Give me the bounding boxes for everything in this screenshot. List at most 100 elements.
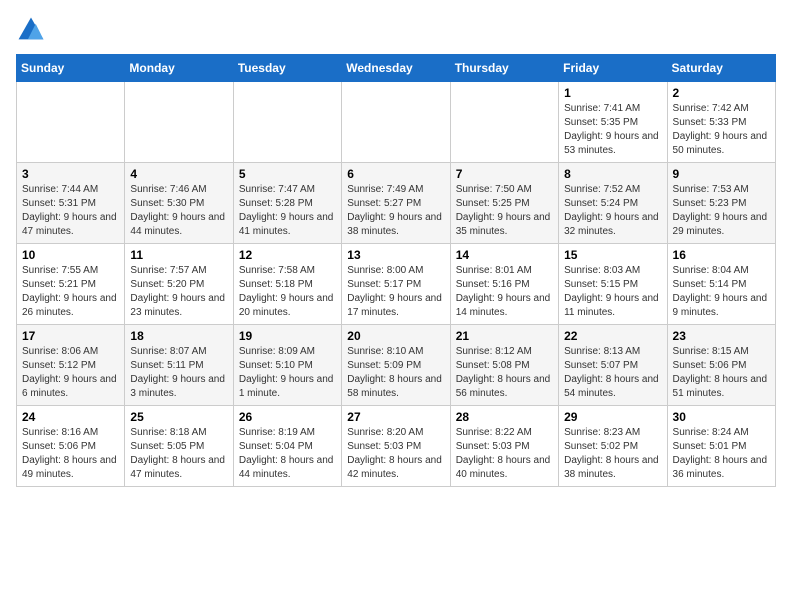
weekday-header-monday: Monday	[125, 55, 233, 82]
calendar-cell: 2 Sunrise: 7:42 AMSunset: 5:33 PMDaylight…	[667, 82, 775, 163]
weekday-header-friday: Friday	[559, 55, 667, 82]
day-number: 16	[673, 248, 770, 262]
calendar-cell: 6 Sunrise: 7:49 AMSunset: 5:27 PMDaylight…	[342, 163, 450, 244]
day-info: Sunrise: 8:06 AMSunset: 5:12 PMDaylight:…	[22, 345, 119, 401]
calendar-cell: 3Sunrise: 7:44 AMSunset: 5:31 PMDaylight…	[17, 163, 125, 244]
day-info: Sunrise: 7:52 AMSunset: 5:24 PMDaylight:…	[564, 183, 661, 239]
day-number: 2	[673, 86, 770, 100]
day-number: 28	[456, 410, 553, 424]
calendar-cell: 20 Sunrise: 8:10 AMSunset: 5:09 PMDayligh…	[342, 325, 450, 406]
logo	[16, 16, 48, 44]
calendar-cell: 13 Sunrise: 8:00 AMSunset: 5:17 PMDayligh…	[342, 244, 450, 325]
calendar-cell: 29Sunrise: 8:23 AMSunset: 5:02 PMDayligh…	[559, 406, 667, 487]
calendar-week-row: 24Sunrise: 8:16 AMSunset: 5:06 PMDayligh…	[17, 406, 776, 487]
day-number: 4	[130, 167, 227, 181]
weekday-header-tuesday: Tuesday	[233, 55, 341, 82]
calendar-cell	[17, 82, 125, 163]
day-number: 14	[456, 248, 553, 262]
day-info: Sunrise: 8:00 AMSunset: 5:17 PMDaylight:…	[347, 264, 444, 320]
page-header	[16, 16, 776, 44]
weekday-header-row: SundayMondayTuesdayWednesdayThursdayFrid…	[17, 55, 776, 82]
day-number: 30	[673, 410, 770, 424]
calendar-week-row: 3Sunrise: 7:44 AMSunset: 5:31 PMDaylight…	[17, 163, 776, 244]
day-info: Sunrise: 7:42 AMSunset: 5:33 PMDaylight:…	[673, 102, 770, 158]
day-number: 8	[564, 167, 661, 181]
day-info: Sunrise: 8:04 AMSunset: 5:14 PMDaylight:…	[673, 264, 770, 320]
day-info: Sunrise: 7:47 AMSunset: 5:28 PMDaylight:…	[239, 183, 336, 239]
day-number: 6	[347, 167, 444, 181]
calendar-cell: 28 Sunrise: 8:22 AMSunset: 5:03 PMDayligh…	[450, 406, 558, 487]
calendar-cell: 11 Sunrise: 7:57 AMSunset: 5:20 PMDayligh…	[125, 244, 233, 325]
calendar-cell: 18 Sunrise: 8:07 AMSunset: 5:11 PMDayligh…	[125, 325, 233, 406]
logo-icon	[16, 16, 46, 44]
day-info: Sunrise: 8:13 AMSunset: 5:07 PMDaylight:…	[564, 345, 661, 401]
day-number: 25	[130, 410, 227, 424]
day-info: Sunrise: 8:12 AMSunset: 5:08 PMDaylight:…	[456, 345, 553, 401]
day-number: 18	[130, 329, 227, 343]
day-info: Sunrise: 7:55 AMSunset: 5:21 PMDaylight:…	[22, 264, 119, 320]
weekday-header-thursday: Thursday	[450, 55, 558, 82]
day-info: Sunrise: 7:46 AMSunset: 5:30 PMDaylight:…	[130, 183, 227, 239]
day-info: Sunrise: 7:49 AMSunset: 5:27 PMDaylight:…	[347, 183, 444, 239]
day-number: 27	[347, 410, 444, 424]
day-number: 10	[22, 248, 119, 262]
calendar-cell: 21 Sunrise: 8:12 AMSunset: 5:08 PMDayligh…	[450, 325, 558, 406]
day-number: 19	[239, 329, 336, 343]
calendar-cell: 24Sunrise: 8:16 AMSunset: 5:06 PMDayligh…	[17, 406, 125, 487]
day-number: 21	[456, 329, 553, 343]
calendar-cell	[125, 82, 233, 163]
calendar-cell: 14 Sunrise: 8:01 AMSunset: 5:16 PMDayligh…	[450, 244, 558, 325]
day-number: 20	[347, 329, 444, 343]
day-info: Sunrise: 8:24 AMSunset: 5:01 PMDaylight:…	[673, 426, 770, 482]
day-number: 9	[673, 167, 770, 181]
calendar-cell: 27 Sunrise: 8:20 AMSunset: 5:03 PMDayligh…	[342, 406, 450, 487]
day-info: Sunrise: 7:57 AMSunset: 5:20 PMDaylight:…	[130, 264, 227, 320]
calendar-cell: 8 Sunrise: 7:52 AMSunset: 5:24 PMDaylight…	[559, 163, 667, 244]
day-number: 1	[564, 86, 661, 100]
weekday-header-wednesday: Wednesday	[342, 55, 450, 82]
day-info: Sunrise: 8:19 AMSunset: 5:04 PMDaylight:…	[239, 426, 336, 482]
calendar-cell: 9 Sunrise: 7:53 AMSunset: 5:23 PMDaylight…	[667, 163, 775, 244]
calendar-cell: 15Sunrise: 8:03 AMSunset: 5:15 PMDayligh…	[559, 244, 667, 325]
calendar-cell	[450, 82, 558, 163]
day-number: 5	[239, 167, 336, 181]
day-info: Sunrise: 8:01 AMSunset: 5:16 PMDaylight:…	[456, 264, 553, 320]
calendar-cell: 17Sunrise: 8:06 AMSunset: 5:12 PMDayligh…	[17, 325, 125, 406]
day-number: 22	[564, 329, 661, 343]
calendar-cell: 4 Sunrise: 7:46 AMSunset: 5:30 PMDaylight…	[125, 163, 233, 244]
day-number: 11	[130, 248, 227, 262]
day-number: 29	[564, 410, 661, 424]
day-number: 3	[22, 167, 119, 181]
day-info: Sunrise: 8:18 AMSunset: 5:05 PMDaylight:…	[130, 426, 227, 482]
day-info: Sunrise: 8:10 AMSunset: 5:09 PMDaylight:…	[347, 345, 444, 401]
calendar-week-row: 1 Sunrise: 7:41 AMSunset: 5:35 PMDaylight…	[17, 82, 776, 163]
day-info: Sunrise: 8:20 AMSunset: 5:03 PMDaylight:…	[347, 426, 444, 482]
calendar-cell: 16 Sunrise: 8:04 AMSunset: 5:14 PMDayligh…	[667, 244, 775, 325]
calendar-cell: 26Sunrise: 8:19 AMSunset: 5:04 PMDayligh…	[233, 406, 341, 487]
calendar-table: SundayMondayTuesdayWednesdayThursdayFrid…	[16, 54, 776, 487]
day-number: 24	[22, 410, 119, 424]
day-info: Sunrise: 7:41 AMSunset: 5:35 PMDaylight:…	[564, 102, 661, 158]
day-info: Sunrise: 8:07 AMSunset: 5:11 PMDaylight:…	[130, 345, 227, 401]
day-info: Sunrise: 8:22 AMSunset: 5:03 PMDaylight:…	[456, 426, 553, 482]
calendar-cell: 10 Sunrise: 7:55 AMSunset: 5:21 PMDayligh…	[17, 244, 125, 325]
day-number: 12	[239, 248, 336, 262]
calendar-week-row: 10 Sunrise: 7:55 AMSunset: 5:21 PMDayligh…	[17, 244, 776, 325]
calendar-week-row: 17Sunrise: 8:06 AMSunset: 5:12 PMDayligh…	[17, 325, 776, 406]
weekday-header-sunday: Sunday	[17, 55, 125, 82]
calendar-cell: 30 Sunrise: 8:24 AMSunset: 5:01 PMDayligh…	[667, 406, 775, 487]
weekday-header-saturday: Saturday	[667, 55, 775, 82]
calendar-cell: 25 Sunrise: 8:18 AMSunset: 5:05 PMDayligh…	[125, 406, 233, 487]
calendar-cell: 12Sunrise: 7:58 AMSunset: 5:18 PMDayligh…	[233, 244, 341, 325]
day-number: 13	[347, 248, 444, 262]
calendar-cell: 5 Sunrise: 7:47 AMSunset: 5:28 PMDaylight…	[233, 163, 341, 244]
calendar-cell: 1 Sunrise: 7:41 AMSunset: 5:35 PMDaylight…	[559, 82, 667, 163]
calendar-cell: 22 Sunrise: 8:13 AMSunset: 5:07 PMDayligh…	[559, 325, 667, 406]
day-info: Sunrise: 7:53 AMSunset: 5:23 PMDaylight:…	[673, 183, 770, 239]
day-info: Sunrise: 8:15 AMSunset: 5:06 PMDaylight:…	[673, 345, 770, 401]
calendar-cell: 7Sunrise: 7:50 AMSunset: 5:25 PMDaylight…	[450, 163, 558, 244]
day-info: Sunrise: 7:50 AMSunset: 5:25 PMDaylight:…	[456, 183, 553, 239]
day-number: 15	[564, 248, 661, 262]
calendar-cell: 23Sunrise: 8:15 AMSunset: 5:06 PMDayligh…	[667, 325, 775, 406]
calendar-cell	[342, 82, 450, 163]
